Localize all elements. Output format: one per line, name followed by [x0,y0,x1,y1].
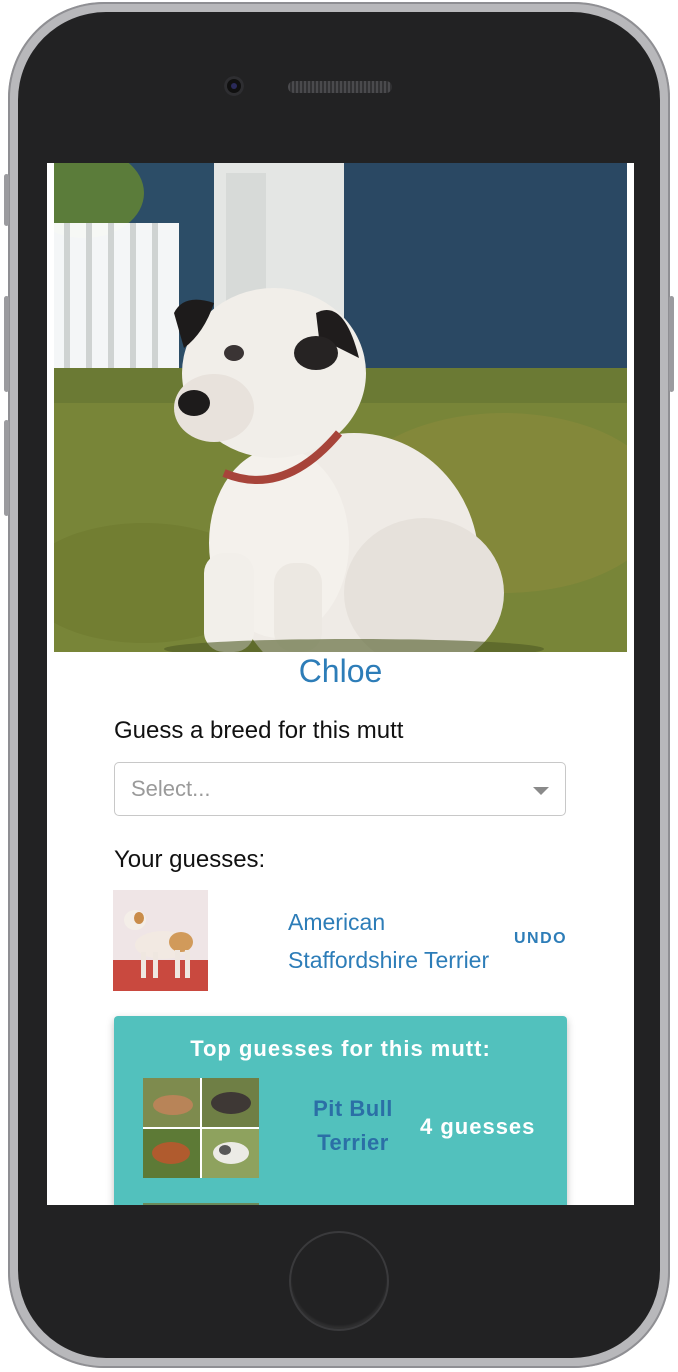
pit-bull-collage-icon [143,1078,259,1178]
undo-button[interactable]: UNDO [514,930,567,948]
dog-name: Chloe [298,653,383,689]
guess-breed-link[interactable]: American Staffordshire Terrier [288,903,518,979]
breed-select-placeholder: Select... [131,776,211,801]
top-breed-thumbnail [143,1078,259,1178]
dog-photo-icon [54,163,627,652]
top-guesses-card: Top guesses for this mutt: Pit Bull Terr… [114,1016,567,1205]
next-breed-thumbnail [143,1203,259,1205]
top-guess-breed-link[interactable]: Pit Bull Terrier [294,1092,412,1160]
top-guesses-title: Top guesses for this mutt: [190,1036,491,1061]
your-guesses-heading: Your guesses: [114,846,266,873]
volume-down-button [4,420,9,516]
chevron-down-icon[interactable] [533,787,549,795]
breed-thumbnail [113,890,208,991]
speaker-grille [288,81,392,93]
dog-photo [54,163,627,652]
top-guess-count: 4 guesses [420,1114,536,1139]
app-screen: Chloe Guess a breed for this mutt Select… [47,163,634,1205]
volume-up-button [4,296,9,392]
silent-switch [4,174,9,226]
guess-prompt: Guess a breed for this mutt [114,717,404,744]
american-staffordshire-photo-icon [113,890,208,991]
power-button [669,296,674,392]
camera-icon [224,76,244,96]
breed-select[interactable]: Select... [114,762,566,816]
home-button[interactable] [289,1231,389,1331]
